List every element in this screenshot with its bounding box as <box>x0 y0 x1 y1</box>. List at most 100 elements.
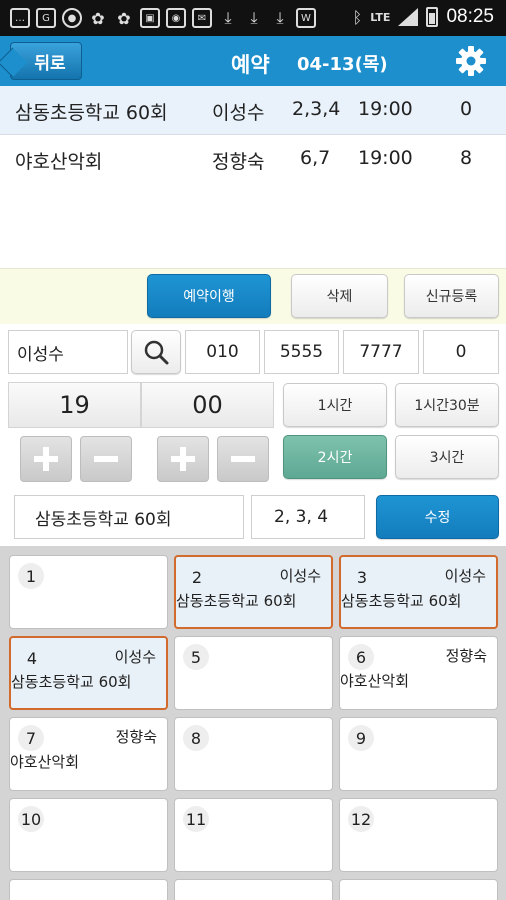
table-cell[interactable]: 11 <box>174 798 333 872</box>
bluetooth-icon: ᛒ <box>352 7 363 27</box>
table-number: 10 <box>18 806 44 832</box>
status-bar: … G ● ✿ ✿ ▣ ◉ ✉ ⤓ ⤓ ⤓ W ᛒ LTE 08:25 <box>0 0 506 36</box>
app-header: 뒤로 예약 04-13(목) <box>0 36 506 86</box>
table-customer: 정향숙 <box>445 647 487 665</box>
table-grid: 1 2 이성수 삼동초등학교 60회 3 이성수 삼동초등학교 60회 4 이성… <box>0 546 506 900</box>
minute-minus-button[interactable] <box>217 436 269 482</box>
clock: 08:25 <box>446 6 494 27</box>
reservation-count: 0 <box>460 98 473 120</box>
reservation-group: 삼동초등학교 60회 <box>15 102 168 124</box>
table-cell[interactable]: 1 <box>9 555 168 629</box>
table-number: 6 <box>348 644 374 670</box>
back-button[interactable]: 뒤로 <box>10 42 82 80</box>
person-icon: ● <box>62 8 82 28</box>
minus-icon <box>94 456 118 462</box>
table-cell[interactable]: 12 <box>339 798 498 872</box>
table-group: 야호산악회 <box>10 753 80 771</box>
reservation-time: 19:00 <box>358 98 413 120</box>
table-cell[interactable] <box>9 879 168 900</box>
edit-button[interactable]: 수정 <box>376 495 499 539</box>
reservation-form: 이성수 010 5555 7777 0 19 00 1시간 1시간30분 2시간… <box>0 324 506 546</box>
mail-icon: ✉ <box>192 8 212 28</box>
table-number: 8 <box>183 725 209 751</box>
signal-icon <box>398 8 419 26</box>
table-numbers-field[interactable]: 2, 3, 4 <box>251 495 365 539</box>
table-group: 삼동초등학교 60회 <box>176 592 297 610</box>
minus-icon <box>231 456 255 462</box>
people-count-field[interactable]: 0 <box>423 330 499 374</box>
plus-icon <box>34 447 58 471</box>
table-cell[interactable]: 4 이성수 삼동초등학교 60회 <box>9 636 168 710</box>
reservation-list: 삼동초등학교 60회 이성수 2,3,4 19:00 0 야호산악회 정향숙 6… <box>0 86 506 268</box>
duration-1h-button[interactable]: 1시간 <box>283 383 387 427</box>
table-group: 삼동초등학교 60회 <box>341 592 462 610</box>
table-number: 2 <box>191 567 203 587</box>
app-icon: W <box>296 8 316 28</box>
messenger-icon: … <box>10 8 30 28</box>
action-bar: 예약이행 삭제 신규등록 <box>0 268 506 324</box>
table-number: 5 <box>183 644 209 670</box>
download-icon: ⤓ <box>250 8 258 27</box>
search-button[interactable] <box>131 330 181 374</box>
blossom-icon: ✿ <box>117 8 131 28</box>
table-cell[interactable]: 9 <box>339 717 498 791</box>
table-number: 3 <box>356 567 368 587</box>
hour-display[interactable]: 19 <box>8 382 141 428</box>
duration-3h-button[interactable]: 3시간 <box>395 435 499 479</box>
table-number: 1 <box>18 563 44 589</box>
table-number: 4 <box>26 648 38 668</box>
reservation-time: 19:00 <box>358 147 413 169</box>
table-number: 7 <box>18 725 44 751</box>
table-cell[interactable]: 3 이성수 삼동초등학교 60회 <box>339 555 498 629</box>
table-cell[interactable]: 2 이성수 삼동초등학교 60회 <box>174 555 333 629</box>
download-icon: ⤓ <box>224 8 232 27</box>
gear-icon[interactable] <box>455 45 487 77</box>
new-registration-button[interactable]: 신규등록 <box>404 274 499 318</box>
reservation-tables: 6,7 <box>300 147 331 169</box>
reservation-tables: 2,3,4 <box>292 98 341 120</box>
group-name-field[interactable]: 삼동초등학교 60회 <box>14 495 244 539</box>
table-cell[interactable]: 8 <box>174 717 333 791</box>
table-cell[interactable]: 5 <box>174 636 333 710</box>
delete-button[interactable]: 삭제 <box>291 274 388 318</box>
name-field[interactable]: 이성수 <box>8 330 128 374</box>
phone-prefix-field[interactable]: 010 <box>185 330 260 374</box>
hour-minus-button[interactable] <box>80 436 132 482</box>
table-number: 9 <box>348 725 374 751</box>
table-cell[interactable]: 10 <box>9 798 168 872</box>
table-cell[interactable] <box>174 879 333 900</box>
minute-plus-button[interactable] <box>157 436 209 482</box>
camera-icon: ◉ <box>166 8 186 28</box>
phone-middle-field[interactable]: 5555 <box>264 330 339 374</box>
image-icon: ▣ <box>140 8 160 28</box>
phone-last-field[interactable]: 7777 <box>343 330 419 374</box>
status-right: ᛒ LTE 08:25 <box>353 6 494 28</box>
execute-reservation-button[interactable]: 예약이행 <box>147 274 271 318</box>
network-label: LTE <box>370 10 391 24</box>
table-cell[interactable] <box>339 879 498 900</box>
blossom-icon: ✿ <box>91 8 105 28</box>
table-customer: 정향숙 <box>115 728 157 746</box>
chat-icon: G <box>36 8 56 28</box>
plus-icon <box>171 447 195 471</box>
reservation-row[interactable]: 삼동초등학교 60회 이성수 2,3,4 19:00 0 <box>0 86 506 135</box>
table-cell[interactable]: 6 정향숙 야호산악회 <box>339 636 498 710</box>
hour-plus-button[interactable] <box>20 436 72 482</box>
duration-1h30-button[interactable]: 1시간30분 <box>395 383 499 427</box>
reservation-name: 이성수 <box>212 102 265 124</box>
table-number: 11 <box>183 806 209 832</box>
table-customer: 이성수 <box>444 567 486 585</box>
minute-display[interactable]: 00 <box>141 382 274 428</box>
table-cell[interactable]: 7 정향숙 야호산악회 <box>9 717 168 791</box>
table-customer: 이성수 <box>114 648 156 666</box>
reservation-row[interactable]: 야호산악회 정향숙 6,7 19:00 8 <box>0 135 506 183</box>
duration-2h-button[interactable]: 2시간 <box>283 435 387 479</box>
battery-icon <box>426 7 439 27</box>
header-date: 04-13(목) <box>297 54 388 75</box>
search-icon <box>144 340 169 365</box>
reservation-count: 8 <box>460 147 473 169</box>
page-title: 예약 <box>231 53 270 77</box>
table-group: 야호산악회 <box>340 672 410 690</box>
reservation-group: 야호산악회 <box>15 151 103 173</box>
reservation-name: 정향숙 <box>212 151 265 173</box>
